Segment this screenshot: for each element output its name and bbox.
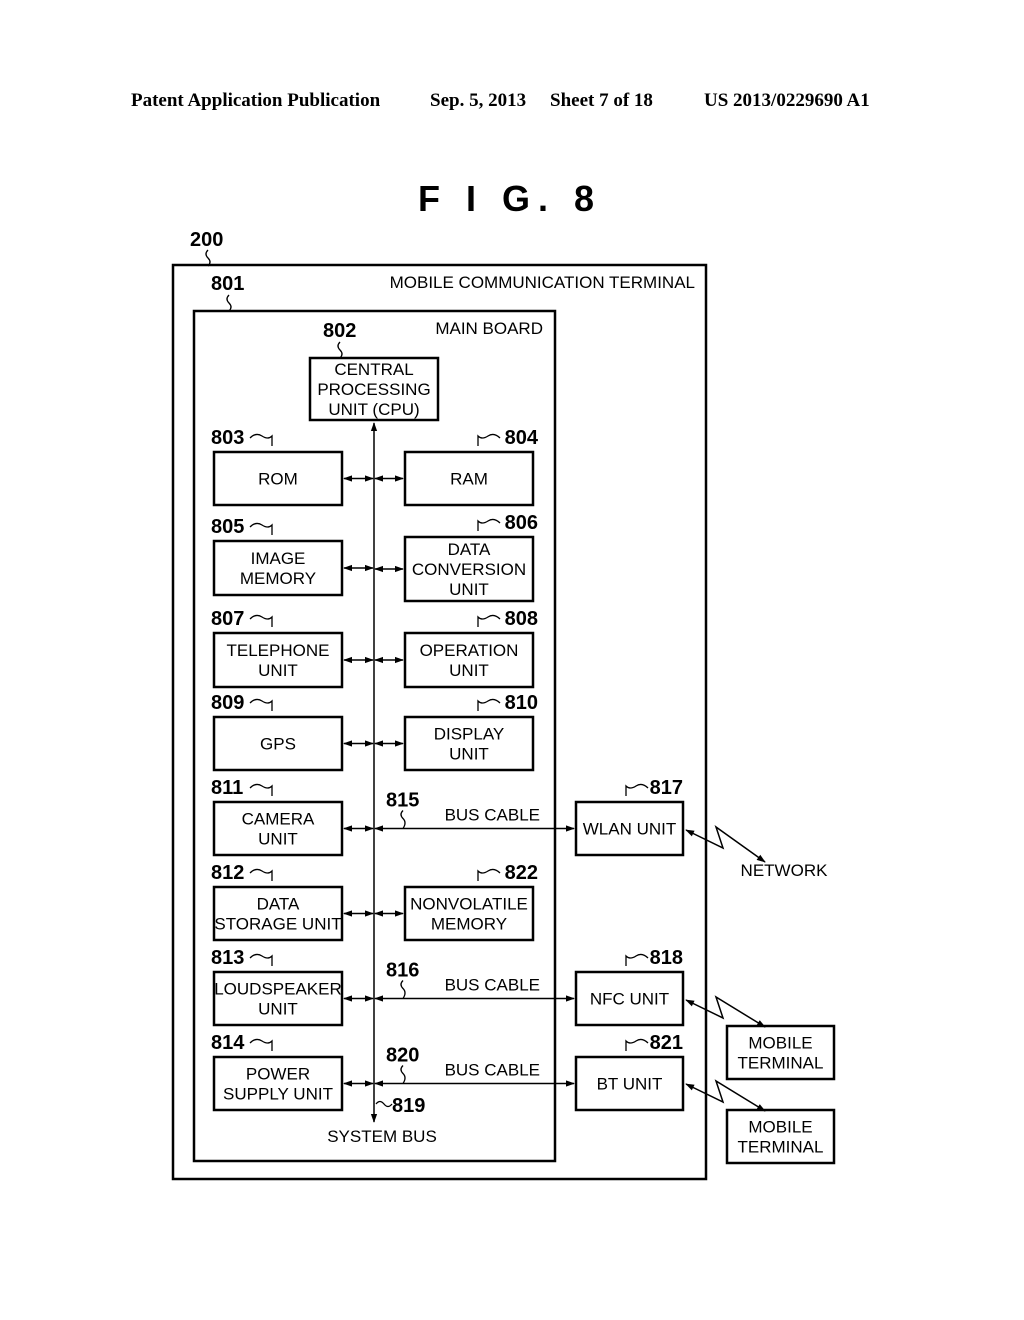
ref-814: 814 <box>211 1032 245 1054</box>
block-809-label-1: GPS <box>260 735 296 754</box>
block-803-label-1: ROM <box>258 470 298 489</box>
leader-818 <box>625 953 649 966</box>
block-805-label-2: MEMORY <box>240 569 316 588</box>
leader-820 <box>400 1065 406 1084</box>
bus-cable-label-820: BUS CABLE <box>445 1061 540 1080</box>
block-810-label-1: DISPLAY <box>434 725 505 744</box>
block-806-label-1: DATA <box>448 540 491 559</box>
system-bus-label: SYSTEM BUS <box>327 1127 437 1146</box>
ref-803: 803 <box>211 427 244 449</box>
ref-820: 820 <box>386 1045 419 1067</box>
leader-810 <box>477 698 501 711</box>
block-813-label-1: LOUDSPEAKER <box>214 980 342 999</box>
ref-817: 817 <box>650 777 683 799</box>
leader-809 <box>249 698 273 711</box>
leader-812 <box>249 868 273 881</box>
mobile-terminal-1-label-1: MOBILE <box>748 1034 812 1053</box>
ref-813: 813 <box>211 947 244 969</box>
block-807-label-1: TELEPHONE <box>227 641 330 660</box>
unit-818-label-1: NFC UNIT <box>590 990 669 1009</box>
ref-802: 802 <box>323 320 356 342</box>
leader-807 <box>249 614 273 627</box>
leader-814 <box>249 1038 273 1051</box>
ref-200: 200 <box>190 229 223 251</box>
cpu-label-3: UNIT (CPU) <box>328 400 419 419</box>
wireless-link-network <box>685 825 766 863</box>
ref-812: 812 <box>211 862 244 884</box>
block-822-label-1: NONVOLATILE <box>410 895 528 914</box>
wireless-link-bt <box>685 1079 766 1112</box>
leader-808 <box>477 614 501 627</box>
ref-810: 810 <box>505 692 538 714</box>
block-814-label-2: SUPPLY UNIT <box>223 1085 333 1104</box>
leader-822 <box>477 868 501 881</box>
ref-801: 801 <box>211 273 244 295</box>
unit-817-label-1: WLAN UNIT <box>583 820 677 839</box>
block-811-label-1: CAMERA <box>242 810 315 829</box>
block-804-label-1: RAM <box>450 470 488 489</box>
ref-809: 809 <box>211 692 244 714</box>
block-diagram: 200 MOBILE COMMUNICATION TERMINAL 801 MA… <box>171 229 836 1181</box>
leader-801 <box>226 294 232 312</box>
mobile-terminal-1-label-2: TERMINAL <box>738 1054 824 1073</box>
mobile-terminal-2-label-1: MOBILE <box>748 1118 812 1137</box>
block-806-label-2: CONVERSION <box>412 560 526 579</box>
block-807-label-2: UNIT <box>258 661 298 680</box>
network-label: NETWORK <box>741 861 829 880</box>
block-813-label-2: UNIT <box>258 1000 298 1019</box>
block-805-label-1: IMAGE <box>251 549 306 568</box>
leader-813 <box>249 953 273 966</box>
wireless-link-nfc <box>685 995 766 1028</box>
leader-804 <box>477 433 501 446</box>
leader-811 <box>249 783 273 796</box>
leader-815 <box>400 810 406 829</box>
leader-805 <box>249 522 273 535</box>
leader-819 <box>375 1100 393 1108</box>
ref-805: 805 <box>211 516 244 538</box>
bus-cable-label-816: BUS CABLE <box>445 976 540 995</box>
cpu-label-1: CENTRAL <box>334 360 413 379</box>
ref-822: 822 <box>505 862 538 884</box>
block-812-label-2: STORAGE UNIT <box>214 915 341 934</box>
ref-819: 819 <box>392 1095 425 1117</box>
terminal-label: MOBILE COMMUNICATION TERMINAL <box>390 273 695 292</box>
ref-815: 815 <box>386 790 419 812</box>
leader-200 <box>205 249 211 267</box>
cpu-label-2: PROCESSING <box>317 380 430 399</box>
block-810-label-2: UNIT <box>449 745 489 764</box>
ref-808: 808 <box>505 608 538 630</box>
block-808-label-2: UNIT <box>449 661 489 680</box>
block-806-label-3: UNIT <box>449 580 489 599</box>
ref-807: 807 <box>211 608 244 630</box>
leader-802 <box>337 341 343 359</box>
ref-821: 821 <box>650 1032 683 1054</box>
block-811-label-2: UNIT <box>258 830 298 849</box>
mobile-terminal-2-label-2: TERMINAL <box>738 1138 824 1157</box>
block-814-label-1: POWER <box>246 1065 310 1084</box>
ref-806: 806 <box>505 512 538 534</box>
leader-821 <box>625 1038 649 1051</box>
block-822-label-2: MEMORY <box>431 915 507 934</box>
ref-816: 816 <box>386 960 419 982</box>
leader-816 <box>400 980 406 999</box>
leader-806 <box>477 518 501 531</box>
unit-821-label-1: BT UNIT <box>597 1075 663 1094</box>
block-808-label-1: OPERATION <box>420 641 519 660</box>
ref-811: 811 <box>211 777 243 799</box>
ref-818: 818 <box>650 947 683 969</box>
leader-803 <box>249 433 273 446</box>
leader-817 <box>625 783 649 796</box>
block-812-label-1: DATA <box>257 895 300 914</box>
ref-804: 804 <box>505 427 539 449</box>
main-board-label: MAIN BOARD <box>435 319 543 338</box>
bus-cable-label-815: BUS CABLE <box>445 806 540 825</box>
